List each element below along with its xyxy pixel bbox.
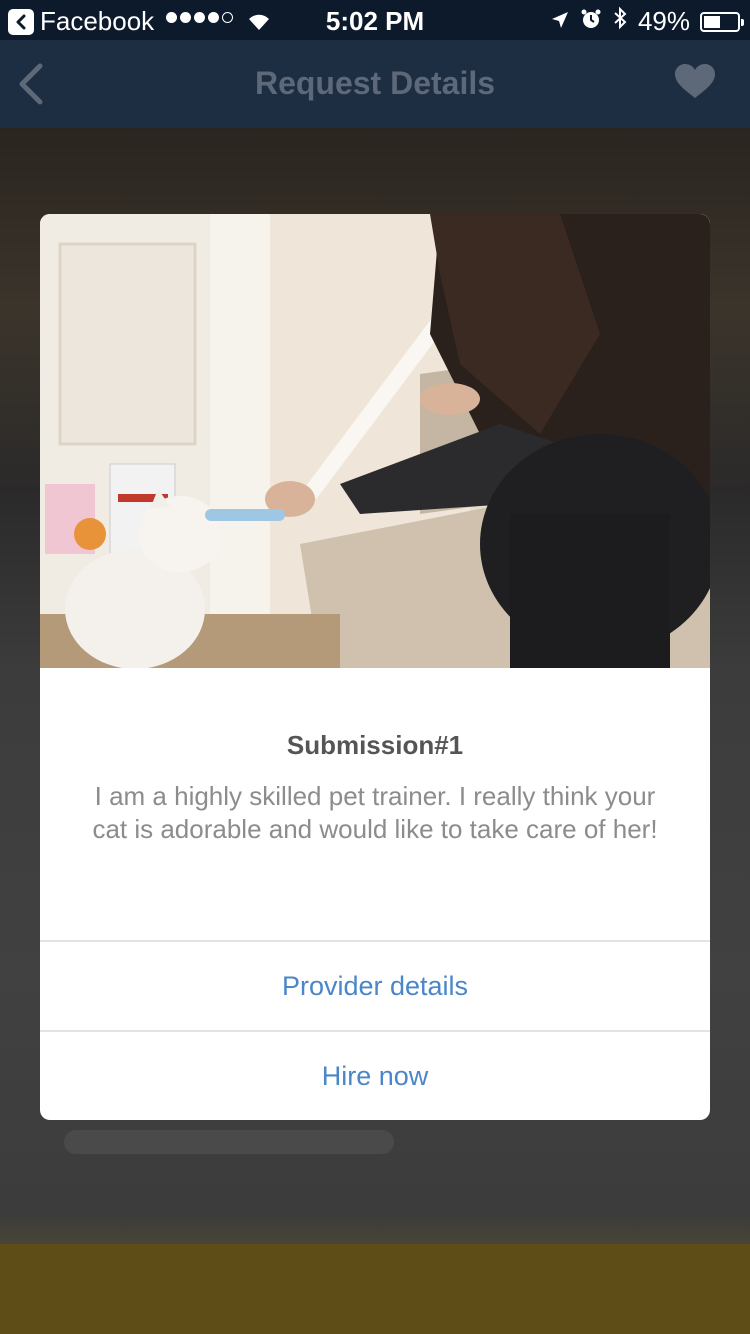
submission-modal: Submission#1 I am a highly skilled pet t… <box>40 214 710 1120</box>
hire-now-button[interactable]: Hire now <box>40 1032 710 1120</box>
chevron-left-icon <box>8 8 34 35</box>
wifi-icon <box>246 8 272 39</box>
bluetooth-icon <box>612 6 628 37</box>
page-title: Request Details <box>254 65 496 101</box>
signal-strength-icon <box>166 12 233 23</box>
battery-percentage: 49% <box>637 6 690 36</box>
alarm-icon <box>580 6 602 37</box>
provider-details-button[interactable]: Provider details <box>40 942 710 1030</box>
navigation-bar: Request Details <box>0 40 750 128</box>
battery-icon <box>700 11 744 32</box>
back-app-label: Facebook <box>40 6 155 36</box>
location-arrow-icon <box>550 6 570 37</box>
background-text-placeholder <box>64 1130 394 1154</box>
back-to-app-link[interactable]: Facebook <box>8 6 154 37</box>
status-bar: Facebook 5:02 PM 49% <box>0 0 750 40</box>
submission-photo <box>40 214 710 668</box>
background-footer-bar <box>0 1244 750 1334</box>
submission-description: I am a highly skilled pet trainer. I rea… <box>92 781 658 844</box>
submission-title: Submission#1 <box>286 730 464 760</box>
heart-icon[interactable] <box>674 64 716 105</box>
